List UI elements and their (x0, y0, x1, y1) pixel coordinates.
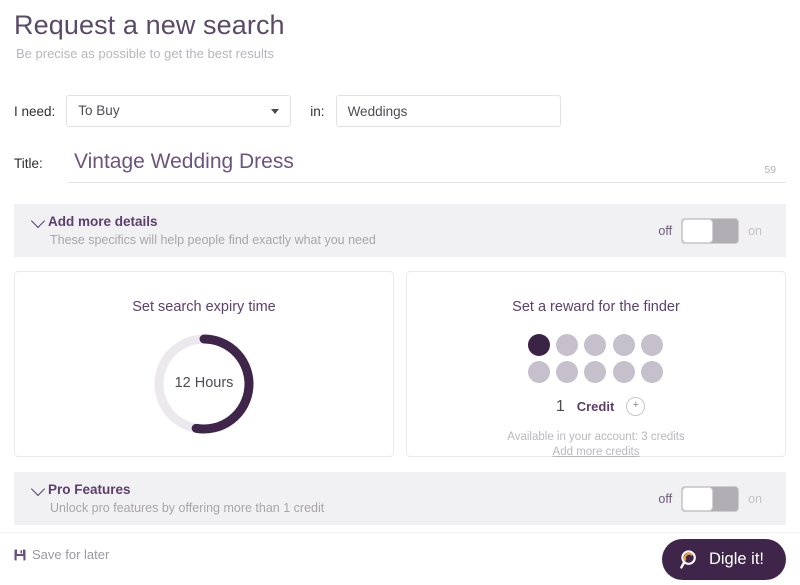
add-credit-button[interactable]: + (626, 397, 646, 416)
in-label: in: (310, 103, 325, 119)
save-disk-icon (14, 549, 26, 561)
chevron-down-icon (30, 213, 46, 229)
cards-row: Set search expiry time 12 Hours Set a re… (14, 271, 786, 458)
reward-dot[interactable] (556, 361, 579, 383)
reward-card-title: Set a reward for the finder (512, 299, 680, 315)
pro-features-section[interactable]: Pro Features Unlock pro features by offe… (14, 472, 786, 525)
credit-row: 1 Credit + (407, 397, 785, 416)
add-more-details-subtext: These specifics will help people find ex… (50, 232, 376, 247)
credit-word: Credit (576, 399, 615, 414)
submit-digle-button[interactable]: Digle it! (661, 539, 786, 580)
page-subtitle: Be precise as possible to get the best r… (16, 46, 274, 61)
title-row: Title: 59 (14, 149, 786, 189)
add-more-details-toggle-group: off on (658, 217, 762, 244)
reward-dot[interactable] (584, 361, 607, 383)
pro-features-heading: Pro Features (48, 481, 131, 497)
title-label: Title: (14, 156, 43, 171)
toggle-off-label: off (658, 223, 673, 238)
reward-card: Set a reward for the finder 1 Credit + A… (406, 271, 786, 458)
submit-digle-label: Digle it! (708, 550, 764, 568)
reward-dot[interactable] (612, 334, 635, 356)
pro-features-toggle[interactable] (681, 485, 740, 512)
reward-dots[interactable] (528, 334, 664, 383)
request-search-page: Request a new search Be precise as possi… (0, 0, 800, 585)
expiry-dial[interactable]: 12 Hours (150, 330, 258, 438)
chevron-down-icon (271, 109, 280, 114)
reward-dot[interactable] (556, 334, 579, 356)
toggle-on-label: on (748, 223, 762, 238)
title-char-counter: 59 (764, 164, 776, 176)
expiry-time-card: Set search expiry time 12 Hours (14, 271, 394, 457)
reward-dot[interactable] (584, 334, 607, 356)
reward-dot[interactable] (640, 361, 663, 383)
expiry-card-title: Set search expiry time (132, 299, 276, 315)
reward-dot[interactable] (640, 334, 663, 356)
pro-features-toggle-group: off on (658, 485, 762, 512)
add-more-details-heading: Add more details (48, 213, 158, 229)
add-more-details-section[interactable]: Add more details These specifics will he… (14, 204, 786, 257)
pro-features-subtext: Unlock pro features by offering more tha… (50, 500, 325, 515)
need-select[interactable]: To Buy (66, 95, 292, 127)
category-input[interactable]: Weddings (335, 95, 561, 127)
add-more-details-toggle[interactable] (681, 217, 740, 244)
reward-dot[interactable] (612, 361, 635, 383)
toggle-on-label: on (748, 491, 762, 506)
chevron-down-icon (30, 481, 46, 497)
page-header: Request a new search Be precise as possi… (14, 0, 786, 62)
add-more-credits-link[interactable]: Add more credits (407, 446, 785, 458)
save-for-later-label: Save for later (32, 547, 110, 562)
footer-bar: Save for later Digle it! (0, 532, 800, 585)
reward-dot[interactable] (528, 361, 550, 383)
title-input[interactable] (68, 149, 786, 183)
reward-dot[interactable] (528, 334, 550, 356)
need-in-row: I need: To Buy in: Weddings (14, 95, 786, 127)
expiry-value-label: 12 Hours (174, 375, 234, 391)
toggle-knob (682, 486, 714, 511)
need-select-value[interactable]: To Buy (66, 95, 292, 127)
search-icon (680, 549, 701, 570)
toggle-knob (682, 218, 714, 243)
save-for-later-button[interactable]: Save for later (14, 547, 109, 562)
add-more-details-texts: Add more details These specifics will he… (48, 214, 376, 248)
credit-count: 1 (555, 397, 565, 415)
pro-features-texts: Pro Features Unlock pro features by offe… (48, 482, 324, 516)
toggle-off-label: off (658, 491, 673, 506)
need-label: I need: (14, 103, 56, 119)
available-credits-text: Available in your account: 3 credits (507, 431, 685, 443)
page-title: Request a new search (14, 10, 285, 40)
